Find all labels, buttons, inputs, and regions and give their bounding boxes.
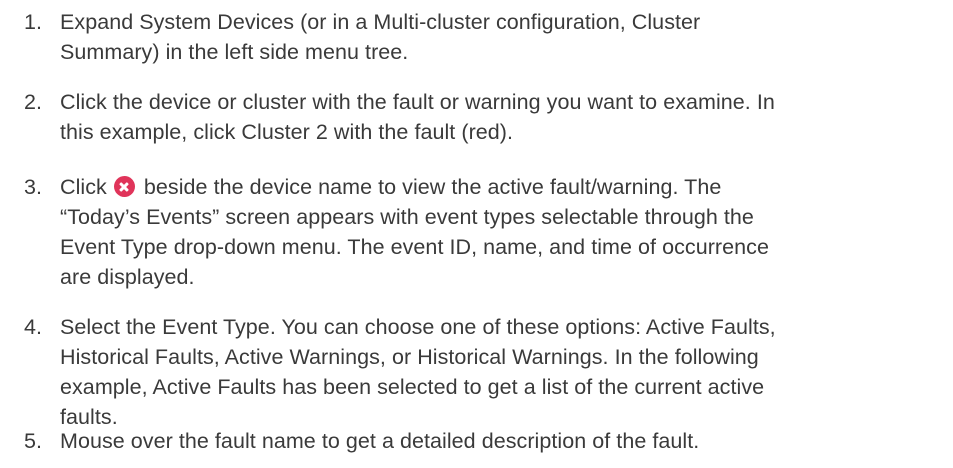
step-line: are displayed. [60, 265, 195, 289]
step-number: 2. [24, 90, 42, 114]
step-number: 1. [24, 10, 42, 34]
step-line: example, Active Faults has been selected… [60, 375, 765, 399]
step-text: Mouse over the fault name to get a detai… [60, 426, 940, 456]
step-text: Expand System Devices (or in a Multi-clu… [60, 7, 940, 67]
step-line-end: beside the device name to view the activ… [143, 175, 722, 199]
step-line: “Today’s Events” screen appears with eve… [60, 205, 754, 229]
step-text: Click beside the device name to view the… [60, 172, 940, 292]
step-line: Select the Event Type. You can choose on… [60, 315, 776, 339]
step-line: this example, click Cluster 2 with the f… [60, 120, 514, 144]
step-text: Click the device or cluster with the fau… [60, 87, 940, 147]
step-line: Click beside the device name to view the… [60, 172, 940, 202]
step-number: 4. [24, 315, 42, 339]
fault-icon [113, 176, 135, 197]
step-line: Expand System Devices (or in a Multi-clu… [60, 10, 701, 34]
step-text: Select the Event Type. You can choose on… [60, 312, 940, 432]
step-line: Mouse over the fault name to get a detai… [60, 429, 700, 453]
step-line: Summary) in the left side menu tree. [60, 40, 409, 64]
step-line: Event Type drop-down menu. The event ID,… [60, 235, 769, 259]
step-line: Click the device or cluster with the fau… [60, 90, 775, 114]
step-line-start: Click [60, 175, 107, 199]
step-line: Historical Faults, Active Warnings, or H… [60, 345, 759, 369]
step-number: 3. [24, 175, 42, 199]
step-number: 5. [24, 429, 42, 453]
